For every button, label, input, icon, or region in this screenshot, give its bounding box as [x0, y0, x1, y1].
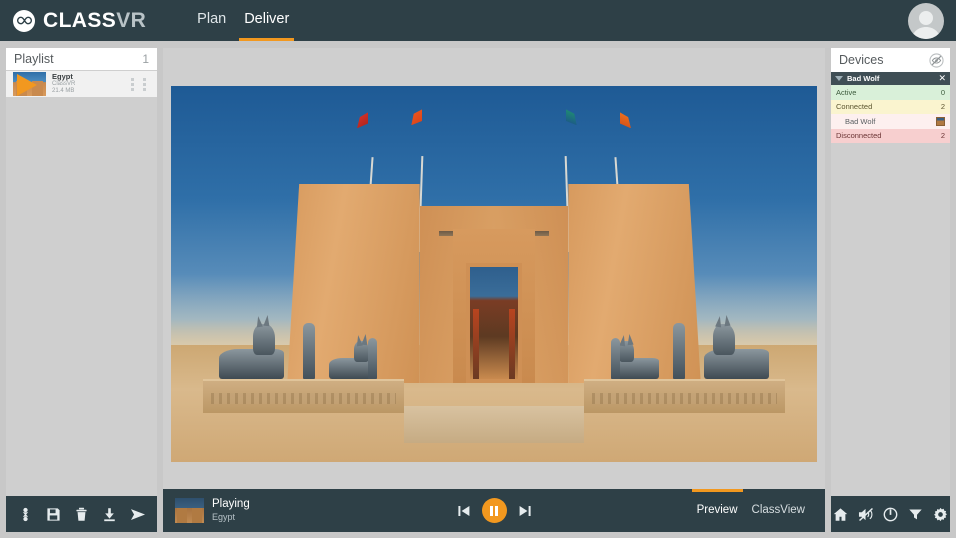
device-status-count: 2 — [940, 102, 945, 112]
playback-bar: Playing Egypt Preview ClassView — [163, 489, 825, 532]
infinity-logo-icon — [13, 9, 35, 32]
playlist-toolbar — [6, 496, 157, 532]
top-navigation-bar: CLASSVR Plan Deliver — [0, 0, 956, 41]
device-name: Bad Wolf — [845, 116, 876, 126]
devices-toolbar — [831, 496, 950, 532]
playlist-item-name: Egypt — [52, 73, 73, 82]
send-icon[interactable] — [129, 506, 146, 523]
caret-down-icon[interactable] — [835, 76, 843, 81]
device-status-count: 0 — [940, 87, 945, 97]
eye-slash-icon[interactable] — [929, 52, 944, 68]
temple-doorway — [465, 262, 523, 384]
playback-title: Egypt — [212, 512, 236, 522]
delete-icon[interactable] — [73, 506, 90, 523]
playback-status: Playing — [212, 498, 250, 511]
power-icon[interactable] — [882, 506, 899, 523]
list-item[interactable]: Egypt ClassVR 21.4 MB — [6, 71, 157, 97]
brand-name: CLASSVR — [43, 8, 147, 32]
temple-gateway — [452, 228, 536, 384]
vr-scene-image — [171, 86, 817, 462]
playlist-header: Playlist 1 — [6, 48, 157, 70]
playlist-items: Egypt ClassVR 21.4 MB — [6, 70, 157, 496]
devices-header: Devices — [831, 48, 950, 72]
close-icon[interactable]: ✕ — [938, 74, 946, 83]
viewer-mode-tabs: Preview ClassView — [690, 489, 812, 532]
statue-plinth-right — [584, 379, 785, 414]
skip-previous-icon[interactable] — [457, 504, 471, 518]
devices-title: Devices — [839, 53, 884, 67]
nav-tab-deliver[interactable]: Deliver — [235, 0, 298, 41]
device-status-disconnected[interactable]: Disconnected 2 — [831, 128, 950, 143]
tab-preview[interactable]: Preview — [690, 489, 745, 532]
device-group-name: Bad Wolf — [847, 74, 880, 83]
device-group-header[interactable]: Bad Wolf ✕ — [831, 72, 950, 85]
device-status-active[interactable]: Active 0 — [831, 85, 950, 100]
device-screenshot-chip[interactable] — [936, 116, 945, 126]
settings-icon[interactable] — [932, 506, 949, 523]
playback-thumbnail — [175, 498, 204, 523]
device-status-label: Active — [836, 87, 857, 97]
egyptian-figure-left-2 — [368, 337, 378, 380]
playlist-item-size: 21.4 MB — [52, 88, 75, 95]
drag-handle-icon[interactable] — [131, 77, 151, 91]
assign-user-icon[interactable] — [17, 506, 34, 523]
playback-info: Playing Egypt — [212, 498, 250, 523]
playlist-count: 1 — [142, 52, 149, 66]
playlist-panel: Playlist 1 Egypt ClassVR 21.4 MB — [6, 48, 157, 532]
devices-list: Bad Wolf ✕ Active 0 Connected 2 Bad Wolf… — [831, 72, 950, 496]
anubis-statue-right-2 — [613, 333, 659, 380]
tab-classview[interactable]: ClassView — [745, 489, 812, 532]
scene-viewer[interactable] — [163, 48, 825, 489]
brand-logo[interactable]: CLASSVR — [13, 9, 146, 33]
devices-panel: Devices Bad Wolf ✕ Active 0 Connected 2 … — [831, 48, 950, 532]
anubis-statue-left — [219, 315, 285, 380]
device-status-connected[interactable]: Connected 2 — [831, 99, 950, 114]
pause-icon[interactable] — [481, 498, 507, 523]
egyptian-figure-right — [672, 322, 685, 380]
skip-next-icon[interactable] — [518, 504, 532, 518]
device-status-count: 2 — [940, 131, 945, 141]
mute-icon[interactable] — [857, 506, 874, 523]
flag-orange-left — [411, 109, 423, 126]
flag-green — [565, 109, 577, 126]
flag-red — [357, 112, 369, 129]
avatar[interactable] — [908, 3, 944, 39]
device-status-label: Disconnected — [836, 131, 882, 141]
nav-tab-plan[interactable]: Plan — [188, 0, 235, 41]
home-icon[interactable] — [832, 506, 849, 523]
anubis-statue-right — [703, 315, 769, 380]
device-status-label: Connected — [836, 102, 873, 112]
temple-steps — [403, 405, 585, 444]
download-icon[interactable] — [101, 506, 118, 523]
playlist-item-meta: Egypt ClassVR 21.4 MB — [52, 73, 131, 95]
egyptian-figure-right-2 — [610, 337, 620, 380]
play-icon[interactable] — [17, 74, 37, 96]
filter-icon[interactable] — [907, 506, 924, 523]
playlist-item-source: ClassVR — [52, 81, 76, 88]
flag-orange-right — [619, 112, 631, 129]
stage-panel: Playing Egypt Preview ClassView — [163, 48, 825, 532]
device-item[interactable]: Bad Wolf — [831, 114, 950, 129]
save-icon[interactable] — [45, 506, 62, 523]
main-nav: Plan Deliver — [188, 0, 298, 41]
playlist-title: Playlist — [14, 52, 54, 66]
playlist-item-thumbnail — [13, 72, 46, 96]
egyptian-figure-left — [303, 322, 316, 380]
statue-plinth-left — [203, 379, 404, 414]
